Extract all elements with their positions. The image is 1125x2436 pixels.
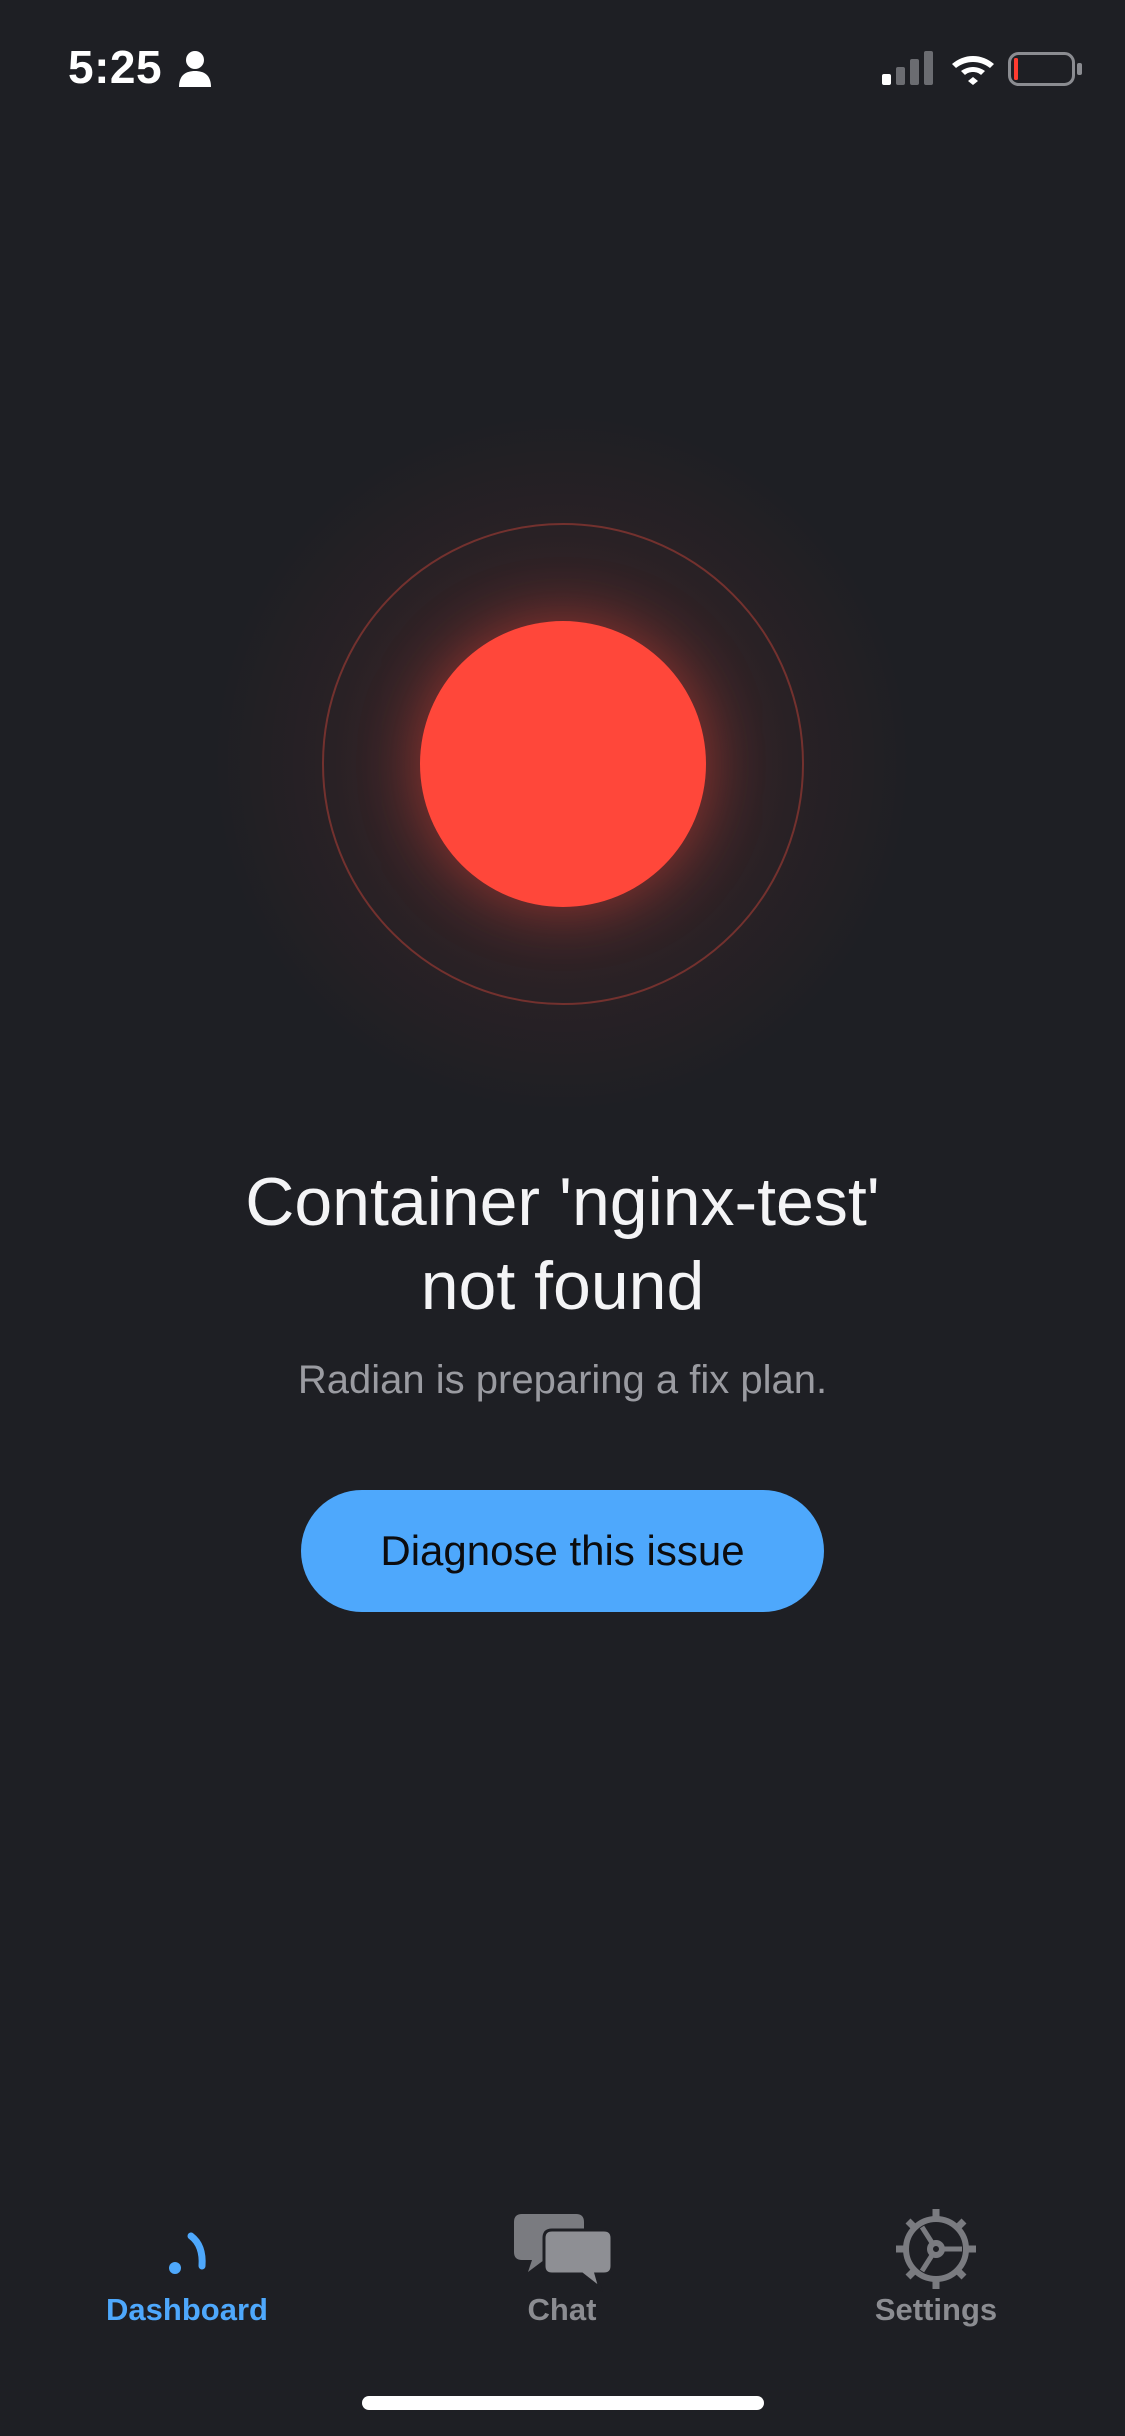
tab-settings[interactable]: Settings	[786, 2180, 1086, 2340]
wifi-icon	[952, 56, 994, 85]
error-title-line1: Container 'nginx-test'	[245, 1164, 880, 1240]
cellular-signal-icon	[882, 51, 933, 85]
tab-label-dashboard: Dashboard	[106, 2292, 268, 2327]
tab-chat[interactable]: Chat	[412, 2180, 712, 2340]
status-indicator-dot	[420, 621, 706, 907]
tab-label-settings: Settings	[874, 2292, 998, 2327]
error-subtitle: Radian is preparing a fix plan.	[297, 1358, 828, 1402]
diagnose-button[interactable]: Diagnose this issue	[301, 1490, 824, 1612]
dashboard-screen: 5:25 Container 'nginx-test' not found Ra	[0, 0, 1125, 2436]
gear-icon	[896, 2209, 976, 2289]
tab-dashboard[interactable]: Dashboard	[37, 2180, 337, 2340]
status-bar: 5:25	[0, 0, 1125, 140]
person-icon	[179, 51, 211, 87]
error-title-line2: not found	[420, 1248, 705, 1324]
home-indicator[interactable]	[362, 2396, 764, 2410]
status-time: 5:25	[68, 41, 163, 93]
tab-label-chat: Chat	[527, 2292, 597, 2327]
tab-bar: Dashboard Chat Settings	[0, 2180, 1125, 2380]
dashboard-gauge-icon	[169, 2232, 206, 2274]
chat-bubbles-icon	[514, 2214, 612, 2292]
error-title: Container 'nginx-test' not found	[100, 1160, 1025, 1328]
battery-low-icon	[1008, 52, 1082, 86]
